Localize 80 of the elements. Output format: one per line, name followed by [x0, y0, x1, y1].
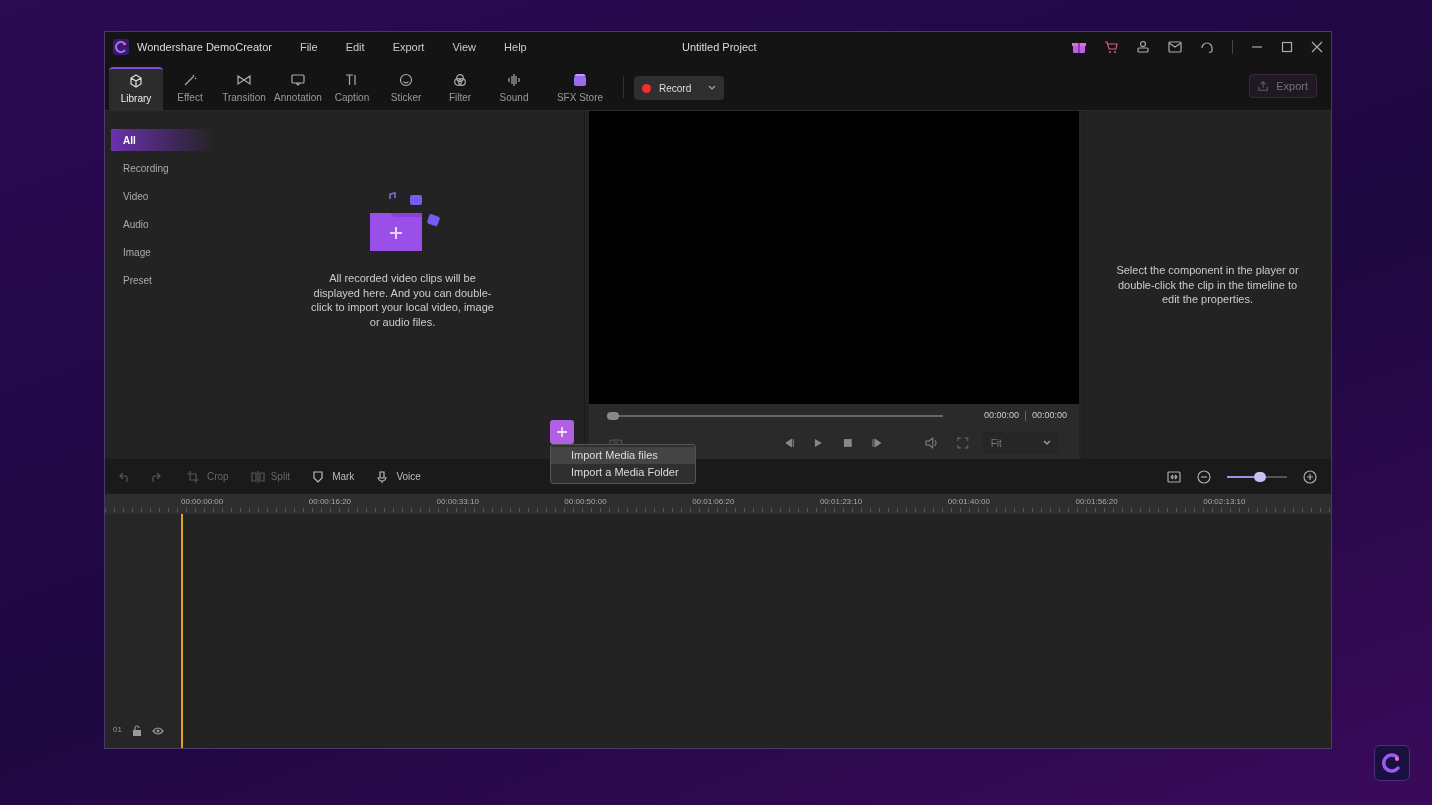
previous-frame-icon[interactable]: [782, 437, 795, 449]
menu-item[interactable]: Help: [504, 38, 527, 56]
toolbar-tab[interactable]: Caption: [325, 67, 379, 110]
zoom-slider-thumb[interactable]: [1254, 471, 1266, 482]
ruler-label: 00:01:06:20: [692, 496, 736, 508]
plus-icon: [556, 426, 568, 438]
ruler-label: 00:00:33:10: [436, 496, 480, 508]
timeline-tool[interactable]: Mark: [312, 469, 355, 484]
record-button[interactable]: Record: [634, 76, 724, 100]
menu-item[interactable]: File: [299, 38, 318, 56]
ruler-label: 00:01:23:10: [819, 496, 864, 508]
timeline-tool[interactable]: Voice: [376, 469, 421, 484]
speech-bubble-icon: [291, 72, 305, 87]
close-icon[interactable]: [1311, 41, 1323, 53]
toolbar-tab[interactable]: SFX Store: [551, 67, 609, 110]
split-icon: [250, 470, 265, 483]
ruler-label: 00:00:16:20: [308, 496, 353, 508]
toolbar-tab[interactable]: Library: [109, 67, 163, 110]
smiley-icon: [399, 72, 413, 87]
menu-item[interactable]: View: [452, 38, 477, 56]
menu-item[interactable]: Import Media files: [551, 447, 695, 464]
play-icon[interactable]: [812, 437, 824, 449]
zoom-slider-fill[interactable]: [1227, 475, 1254, 478]
properties-hint: Select the component in the player or double-click the clip in the timeline to edit the properties.: [1115, 263, 1300, 307]
toolbar-tab[interactable]: Effect: [163, 67, 217, 110]
ruler-label: 00:00:00:00: [181, 496, 225, 508]
upload-icon: [1258, 80, 1269, 92]
app-logo: [1374, 745, 1410, 781]
menu-item[interactable]: Export: [392, 38, 425, 56]
category-item[interactable]: Recording: [111, 157, 215, 179]
gift-icon[interactable]: [1072, 40, 1086, 54]
category-item[interactable]: Preset: [111, 269, 215, 291]
progress-thumb[interactable]: [607, 412, 619, 420]
toolbar-tab[interactable]: Transition: [217, 67, 271, 110]
window-title: Untitled Project: [682, 39, 757, 55]
text-icon: [345, 72, 359, 87]
menu-item[interactable]: Edit: [345, 38, 365, 56]
waveform-icon: [507, 72, 521, 87]
user-icon[interactable]: [1136, 40, 1150, 54]
crop-icon: [187, 470, 201, 483]
eye-icon[interactable]: [151, 726, 164, 736]
category-item[interactable]: Audio: [111, 213, 215, 235]
empty-library-message: All recorded video clips will be displayed here. And you can double-click to import your local video, image or audio files.: [310, 271, 495, 329]
toolbar-tab[interactable]: Sticker: [379, 67, 433, 110]
wand-icon: [183, 72, 197, 87]
ruler-label: 00:01:40:00: [947, 496, 991, 508]
caret-icon: [708, 85, 716, 91]
app-name: Wondershare DemoCreator: [137, 39, 272, 55]
next-frame-icon[interactable]: [871, 437, 884, 449]
lock-icon[interactable]: [131, 725, 142, 736]
toolbar-tab[interactable]: Annotation: [271, 67, 325, 110]
toolbar-tab[interactable]: Filter: [433, 67, 487, 110]
category-item[interactable]: Video: [111, 185, 215, 207]
zoom-out-icon[interactable]: [1197, 469, 1211, 484]
total-time: 00:00:00: [1031, 409, 1067, 423]
zoom-in-icon[interactable]: [1303, 469, 1317, 484]
menu-item[interactable]: Import a Media Folder: [551, 464, 695, 481]
cube-icon: [129, 73, 143, 88]
caret-icon: [1043, 440, 1052, 446]
volume-icon[interactable]: [925, 437, 939, 449]
add-media-button[interactable]: [550, 420, 574, 444]
store-icon: [573, 72, 587, 87]
ruler-label: 00:02:13:10: [1203, 496, 1247, 508]
current-time: 00:00:00: [983, 409, 1019, 423]
category-item[interactable]: All: [111, 129, 215, 151]
undo-icon[interactable]: [119, 470, 131, 483]
toolbar-tab[interactable]: Sound: [487, 67, 541, 110]
category-item[interactable]: Image: [111, 241, 215, 263]
ruler-label: 00:01:56:20: [1075, 496, 1119, 508]
circles-icon: [453, 72, 467, 87]
cart-icon[interactable]: [1104, 40, 1118, 54]
redo-icon[interactable]: [149, 470, 161, 483]
ruler-label: 00:00:50:00: [564, 496, 608, 508]
stop-icon[interactable]: [842, 437, 854, 449]
app-logo: [113, 39, 129, 55]
maximize-icon[interactable]: [1281, 41, 1293, 53]
bowtie-icon: [237, 72, 251, 87]
mail-icon[interactable]: [1168, 40, 1182, 54]
fit-timeline-icon[interactable]: [1167, 470, 1181, 483]
track-number: 01: [113, 724, 122, 736]
